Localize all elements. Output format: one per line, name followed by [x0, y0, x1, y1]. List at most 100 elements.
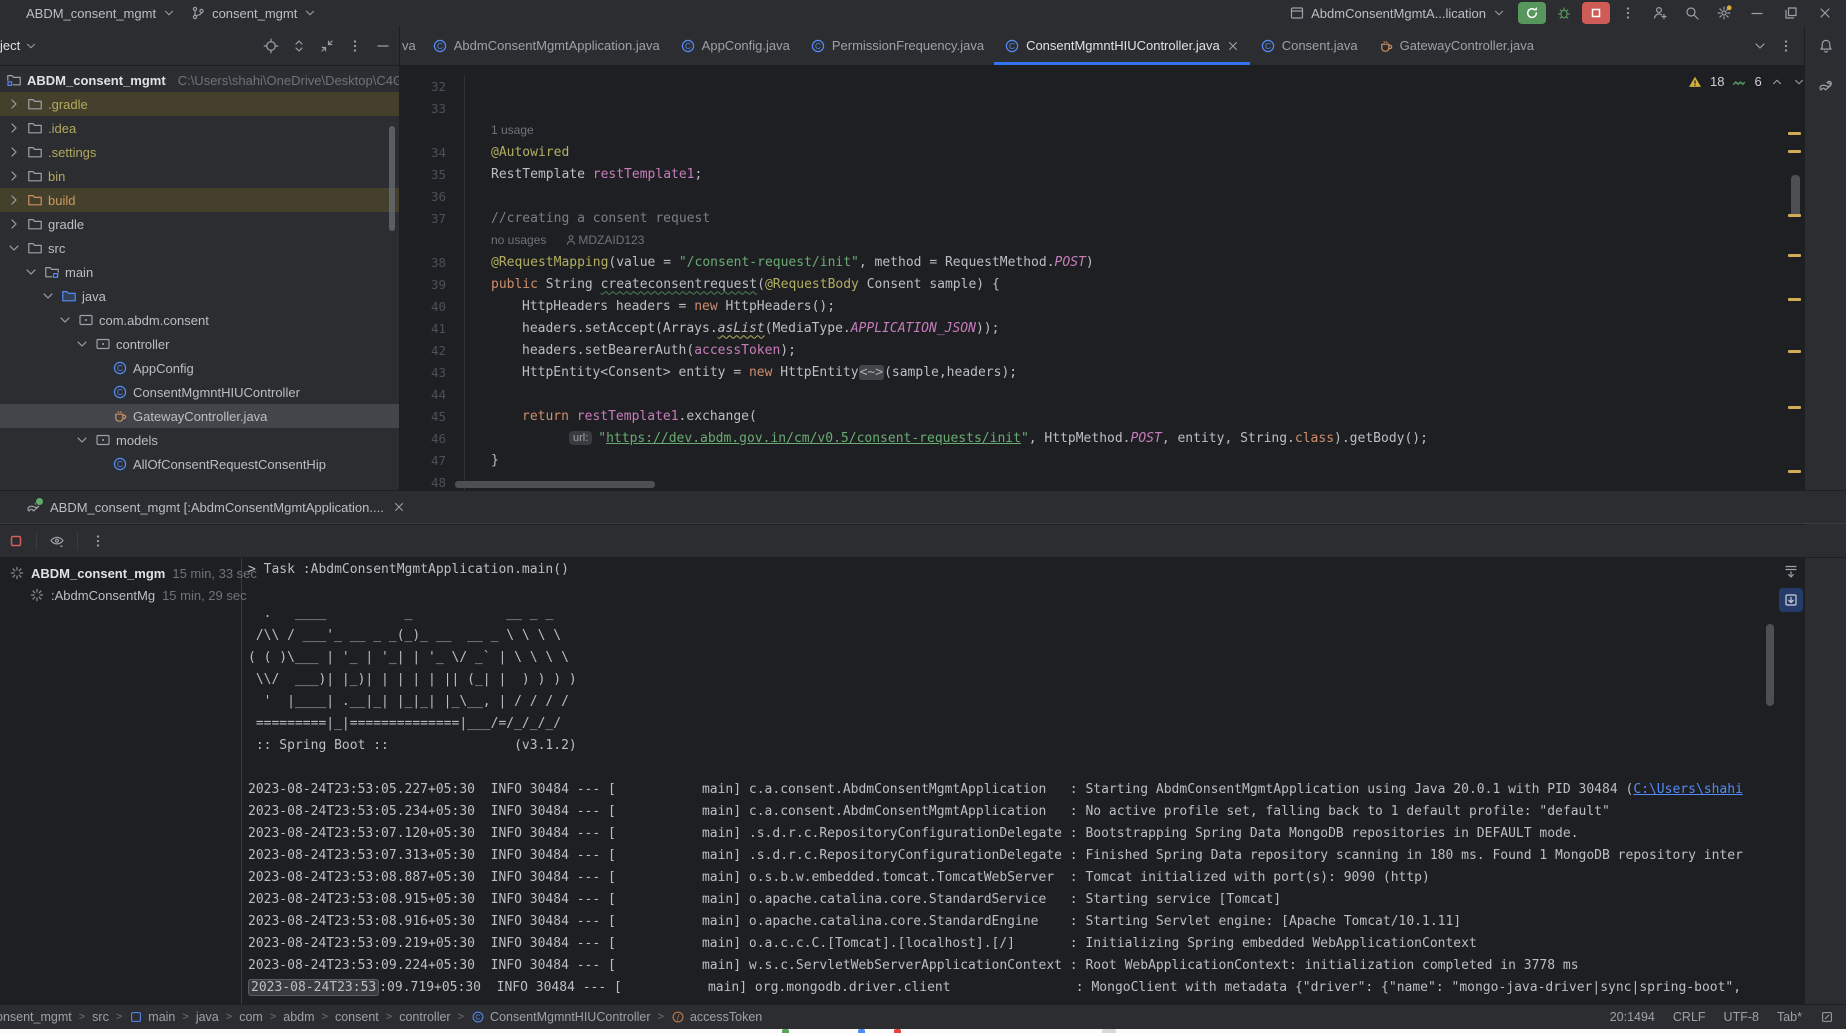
- breadcrumb-item-main[interactable]: main: [129, 1010, 175, 1024]
- tree-item-gradle[interactable]: gradle: [0, 212, 399, 236]
- code-line: 42headers.setBearerAuth(accessToken);: [400, 339, 1804, 361]
- prev-problem-chevron-icon[interactable]: [1770, 75, 1784, 89]
- code-editor[interactable]: 32331 usage34@Autowired35RestTemplate re…: [400, 66, 1804, 490]
- more-actions-button[interactable]: [1614, 2, 1642, 24]
- breadcrumb-item-accesstoken[interactable]: faccessToken: [671, 1010, 762, 1024]
- chevron-down-icon: [162, 6, 176, 20]
- chevron-right-icon[interactable]: [6, 216, 22, 232]
- chevron-down-icon[interactable]: [57, 312, 73, 328]
- tree-item--idea[interactable]: .idea: [0, 116, 399, 140]
- project-panel-title[interactable]: ject: [0, 38, 38, 53]
- run-configuration-selector[interactable]: AbdmConsentMgmtA...lication: [1281, 2, 1514, 24]
- project-selector-label: ABDM_consent_mgmt: [26, 6, 156, 21]
- caret-position[interactable]: 20:1494: [1610, 1010, 1655, 1024]
- breadcrumb-item-abdm[interactable]: abdm: [283, 1010, 314, 1024]
- chevron-right-icon[interactable]: [6, 168, 22, 184]
- tree-item-models[interactable]: models: [0, 428, 399, 452]
- tree-item-bin[interactable]: bin: [0, 164, 399, 188]
- file-encoding[interactable]: UTF-8: [1724, 1010, 1759, 1024]
- branch-selector[interactable]: consent_mgmt: [190, 5, 317, 21]
- run-panel-tab[interactable]: ABDM_consent_mgmt [:AbdmConsentMgmtAppli…: [0, 499, 416, 515]
- collapse-all-icon[interactable]: [319, 38, 335, 54]
- tree-row-root[interactable]: ABDM_consent_mgmtC:\Users\shahi\OneDrive…: [0, 68, 399, 92]
- file-writable-icon[interactable]: [1820, 1010, 1834, 1024]
- close-tab-icon[interactable]: [392, 500, 406, 514]
- window-restore-button[interactable]: [1776, 1, 1806, 25]
- tab-consent-java[interactable]: CConsent.java: [1250, 26, 1368, 65]
- tree-item--settings[interactable]: .settings: [0, 140, 399, 164]
- tree-item-consentmgmnthiucontroller[interactable]: CConsentMgmntHIUController: [0, 380, 399, 404]
- preview-eye-icon[interactable]: [49, 533, 65, 549]
- debug-button[interactable]: [1550, 2, 1578, 24]
- tree-item-allofconsentrequestconsenthip[interactable]: CAllOfConsentRequestConsentHip: [0, 452, 399, 476]
- chevron-right-icon[interactable]: [6, 120, 22, 136]
- tab-gatewaycontroller-java[interactable]: GatewayController.java: [1368, 26, 1544, 65]
- search-everywhere-button[interactable]: [1678, 2, 1706, 24]
- chevron-down-icon[interactable]: [40, 288, 56, 304]
- project-tree-vertical-scrollbar[interactable]: [389, 126, 395, 231]
- chevron-right-icon[interactable]: [6, 192, 22, 208]
- tree-item-main[interactable]: main: [0, 260, 399, 284]
- toolbar-kebab-icon[interactable]: [90, 533, 106, 549]
- tab-options-kebab-icon[interactable]: [1778, 38, 1794, 54]
- expand-collapse-icon[interactable]: [291, 38, 307, 54]
- breadcrumb-item-consent[interactable]: consent: [335, 1010, 379, 1024]
- tree-item-java[interactable]: java: [0, 284, 399, 308]
- rerun-button[interactable]: [1518, 2, 1546, 24]
- svg-text:C: C: [475, 1014, 480, 1022]
- url-link[interactable]: https://dev.abdm.gov.in/cm/v0.5/consent-…: [606, 431, 1021, 446]
- tab-abdmconsentmgmtapplication-java[interactable]: CAbdmConsentMgmtApplication.java: [422, 26, 670, 65]
- locate-file-icon[interactable]: [263, 38, 279, 54]
- class-icon: C: [810, 38, 826, 54]
- tree-item-label: .idea: [48, 121, 76, 136]
- chevron-right-icon[interactable]: [6, 144, 22, 160]
- indent-style[interactable]: Tab*: [1777, 1010, 1802, 1024]
- tab-permissionfrequency-java[interactable]: CPermissionFrequency.java: [800, 26, 994, 65]
- breadcrumb-item-src[interactable]: src: [92, 1010, 109, 1024]
- tab-consentmgmnthiucontroller-java[interactable]: CConsentMgmntHIUController.java: [994, 26, 1250, 65]
- tree-item--gradle[interactable]: .gradle: [0, 92, 399, 116]
- editor-horizontal-scrollbar-thumb[interactable]: [455, 481, 655, 488]
- line-ending[interactable]: CRLF: [1673, 1010, 1706, 1024]
- window-minimize-button[interactable]: [1742, 1, 1772, 25]
- settings-button[interactable]: [1710, 2, 1738, 24]
- code-with-me-button[interactable]: [1646, 2, 1674, 24]
- log-file-link[interactable]: C:\Users\shahi: [1633, 782, 1743, 797]
- panel-options-kebab-icon[interactable]: [347, 38, 363, 54]
- chevron-down-icon[interactable]: [74, 432, 90, 448]
- tree-item-gatewaycontroller-java[interactable]: GatewayController.java: [0, 404, 399, 428]
- console-scrollbar-thumb[interactable]: [1766, 624, 1774, 706]
- project-selector[interactable]: ABDM_consent_mgmt: [26, 6, 176, 21]
- window-close-button[interactable]: [1810, 1, 1840, 25]
- chevron-down-icon[interactable]: [6, 240, 22, 256]
- focus-output-button[interactable]: [1779, 588, 1803, 612]
- hide-panel-icon[interactable]: [375, 38, 391, 54]
- stop-process-icon[interactable]: [8, 533, 24, 549]
- tab-partial[interactable]: va: [400, 26, 422, 65]
- tree-item-appconfig[interactable]: CAppConfig: [0, 356, 399, 380]
- tree-item-src[interactable]: src: [0, 236, 399, 260]
- breadcrumb-item-onsent-mgmt[interactable]: onsent_mgmt: [0, 1010, 72, 1024]
- chevron-right-icon[interactable]: [6, 96, 22, 112]
- process-item[interactable]: :AbdmConsentMg15 min, 29 sec: [0, 584, 241, 606]
- tab-list-chevron-icon[interactable]: [1752, 38, 1768, 54]
- tree-item-build[interactable]: build: [0, 188, 399, 212]
- process-item[interactable]: ABDM_consent_mgm15 min, 33 sec: [0, 562, 241, 584]
- stop-button[interactable]: [1582, 2, 1610, 24]
- notifications-button[interactable]: [1805, 26, 1846, 66]
- close-tab-icon[interactable]: [1226, 39, 1240, 53]
- scroll-to-end-button[interactable]: [1779, 560, 1803, 584]
- tree-item-controller[interactable]: controller: [0, 332, 399, 356]
- gradle-tool-window-button[interactable]: [1805, 66, 1846, 106]
- breadcrumb-item-com[interactable]: com: [239, 1010, 263, 1024]
- chevron-down-icon[interactable]: [74, 336, 90, 352]
- tree-item-com-abdm-consent[interactable]: com.abdm.consent: [0, 308, 399, 332]
- breadcrumb-item-controller[interactable]: controller: [399, 1010, 450, 1024]
- inspections-widget[interactable]: 18 6: [1688, 74, 1806, 89]
- editor-scrollbar-thumb[interactable]: [1791, 175, 1800, 217]
- tab-appconfig-java[interactable]: CAppConfig.java: [670, 26, 800, 65]
- breadcrumb-item-consentmgmnthiucontroller[interactable]: CConsentMgmntHIUController: [471, 1010, 650, 1024]
- breadcrumb-item-java[interactable]: java: [196, 1010, 219, 1024]
- chevron-down-icon[interactable]: [23, 264, 39, 280]
- run-console[interactable]: > Task :AbdmConsentMgmtApplication.main(…: [248, 558, 1776, 1004]
